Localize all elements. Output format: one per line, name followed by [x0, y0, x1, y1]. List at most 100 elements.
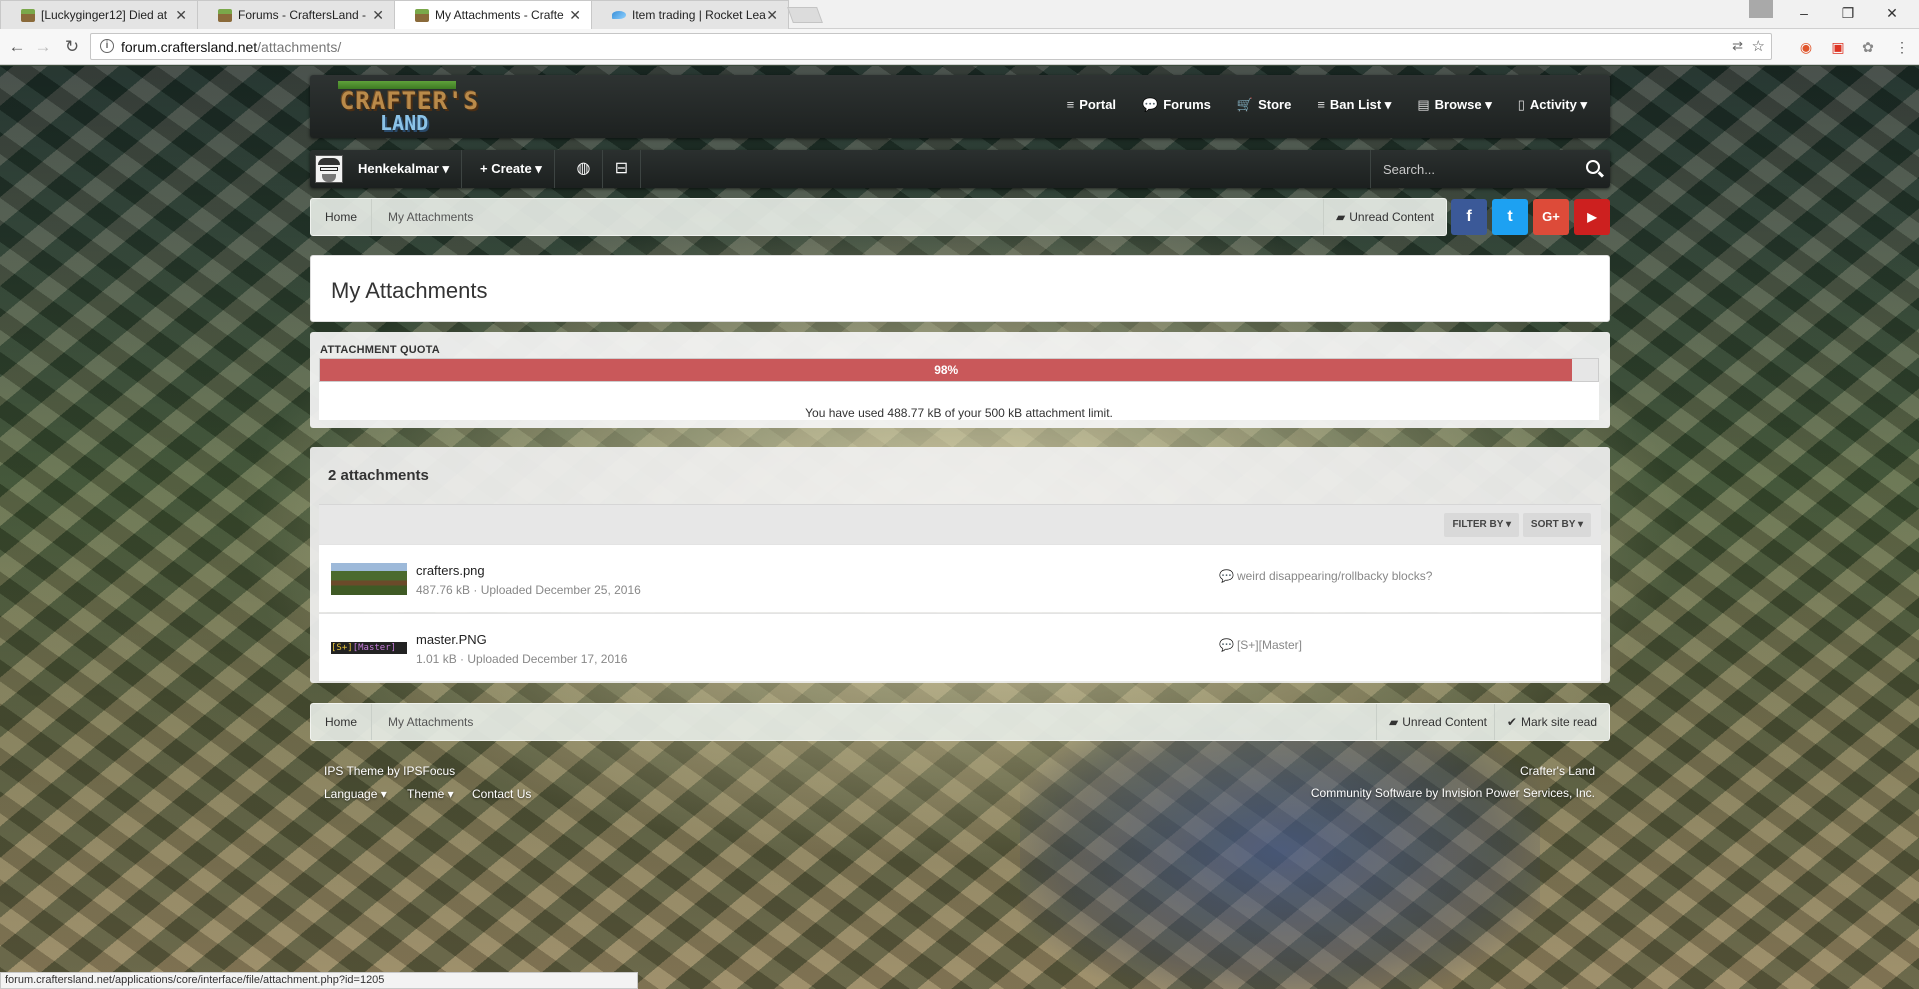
breadcrumb-home[interactable]: Home	[311, 704, 373, 740]
minimize-icon[interactable]: –	[1782, 0, 1826, 26]
unread-content-button[interactable]: ▰ Unread Content	[1376, 704, 1499, 740]
youtube-button[interactable]: ▶	[1574, 199, 1610, 235]
list-toolbar: FILTER BY ▾ SORT BY ▾	[319, 504, 1601, 544]
main-nav: ≡ Portal 💬 Forums 🛒 Store ≡ Ban List ▾ ▤ Brow…	[1054, 97, 1600, 113]
browser-tab-active[interactable]: My Attachments - Crafte ✕	[394, 0, 592, 29]
maximize-icon[interactable]: ❐	[1826, 0, 1870, 26]
thumb-text-prefix: [S+]	[331, 643, 353, 653]
site-header: CRAFTER'S LAND ≡ Portal 💬 Forums 🛒 Store ≡ B…	[310, 75, 1610, 138]
attachments-count-heading: 2 attachments	[328, 467, 429, 484]
attachment-name[interactable]: crafters.png	[416, 563, 485, 578]
close-icon[interactable]: ✕	[766, 7, 778, 24]
attachment-topic-link[interactable]: 💬 weird disappearing/rollbacky blocks?	[1219, 569, 1432, 583]
reload-icon[interactable]: ↻	[60, 35, 84, 59]
browser-tab[interactable]: Forums - CraftersLand - ✕	[197, 0, 395, 29]
new-tab-button[interactable]	[787, 7, 823, 23]
unread-content-button[interactable]: ▰ Unread Content	[1323, 199, 1446, 235]
theme-menu[interactable]: Theme ▾	[407, 787, 454, 801]
breadcrumb-home[interactable]: Home	[311, 199, 373, 235]
user-menu[interactable]: Henkekalmar ▾	[346, 150, 463, 188]
breadcrumb: Home My Attachments ▰ Unread Content	[310, 198, 1447, 236]
browser-toolbar: ← → ↻ i forum.craftersland.net/attachmen…	[0, 29, 1919, 65]
nav-label: Activity ▾	[1529, 97, 1587, 112]
forward-icon[interactable]: →	[31, 35, 55, 59]
globe-icon[interactable]: ◍	[565, 150, 603, 188]
attachment-quota: ATTACHMENT QUOTA 98% You have used 488.7…	[310, 332, 1610, 428]
facebook-button[interactable]: f	[1451, 199, 1487, 235]
attachments-list: 2 attachments FILTER BY ▾ SORT BY ▾ craf…	[310, 447, 1610, 683]
file-icon: ▯	[1517, 97, 1525, 112]
software-credit[interactable]: Community Software by Invision Power Ser…	[1311, 786, 1595, 800]
list-icon: ≡	[1317, 97, 1325, 112]
site-info-icon[interactable]: i	[100, 39, 114, 53]
filter-by-button[interactable]: FILTER BY ▾	[1444, 513, 1519, 537]
theme-credit[interactable]: IPS Theme by IPSFocus	[324, 764, 455, 778]
extension-icon[interactable]: ▣	[1828, 37, 1848, 57]
comments-icon: 💬	[1142, 97, 1159, 112]
close-icon[interactable]: ✕	[175, 7, 187, 24]
list-item[interactable]: [S+][Master] master.PNG 1.01 kB · Upload…	[319, 613, 1601, 681]
attachment-name[interactable]: master.PNG	[416, 632, 487, 647]
folder-icon: ▰	[1336, 210, 1346, 224]
window-close-icon[interactable]: ✕	[1870, 0, 1914, 26]
google-plus-button[interactable]: G+	[1533, 199, 1569, 235]
language-menu[interactable]: Language ▾	[324, 787, 387, 801]
logo-text-bottom: LAND	[380, 111, 429, 135]
avatar-glasses	[320, 167, 338, 171]
nav-label: Store	[1258, 97, 1292, 112]
list-icon: ≡	[1066, 97, 1075, 112]
browser-tab[interactable]: Item trading | Rocket Lea ✕	[591, 0, 789, 29]
nav-forums[interactable]: 💬 Forums	[1129, 97, 1224, 113]
list-item[interactable]: crafters.png 487.76 kB · Uploaded Decemb…	[319, 544, 1601, 612]
menu-icon[interactable]: ⋮	[1892, 37, 1912, 57]
nav-ban-list[interactable]: ≡ Ban List ▾	[1304, 97, 1404, 113]
contact-us-link[interactable]: Contact Us	[472, 787, 531, 801]
url-host: forum.craftersland.net	[121, 39, 258, 55]
nav-portal[interactable]: ≡ Portal	[1054, 97, 1129, 113]
rocket-league-favicon-icon	[612, 11, 626, 19]
back-icon[interactable]: ←	[5, 35, 29, 59]
page-title: My Attachments	[331, 278, 488, 303]
mark-site-read-button[interactable]: ✔ Mark site read	[1493, 704, 1609, 740]
sort-by-button[interactable]: SORT BY ▾	[1522, 513, 1591, 537]
extension-icon[interactable]: ◉	[1796, 37, 1816, 57]
avatar-beard	[322, 174, 336, 182]
search-input[interactable]	[1371, 150, 1571, 188]
nav-store[interactable]: 🛒 Store	[1224, 97, 1304, 113]
bookmark-star-icon[interactable]: ☆	[1752, 37, 1765, 55]
nav-label: Ban List ▾	[1329, 97, 1392, 112]
extension-icon[interactable]: ✿	[1858, 37, 1878, 57]
attachment-thumbnail[interactable]: [S+][Master]	[331, 642, 407, 654]
cart-icon: 🛒	[1236, 97, 1254, 112]
twitter-button[interactable]: t	[1492, 199, 1528, 235]
page-title-box: My Attachments	[310, 255, 1610, 322]
quota-progress-fill: 98%	[320, 359, 1573, 381]
close-icon[interactable]: ✕	[372, 7, 384, 24]
breadcrumb-bottom: Home My Attachments ▰ Unread Content ✔ Mar…	[310, 703, 1610, 741]
site-name[interactable]: Crafter's Land	[1520, 764, 1595, 778]
site-logo[interactable]: CRAFTER'S LAND	[334, 81, 478, 135]
avatar[interactable]	[315, 155, 343, 183]
close-icon[interactable]: ✕	[569, 7, 581, 24]
translate-icon[interactable]: ⇄	[1732, 38, 1743, 54]
unread-content-label: Unread Content	[1402, 715, 1487, 729]
background-lake	[1020, 706, 1540, 989]
nav-browse[interactable]: ▤ Browse ▾	[1404, 97, 1504, 113]
check-icon: ✔	[1506, 715, 1517, 729]
attachment-thumbnail[interactable]	[331, 563, 407, 595]
nav-activity[interactable]: ▯ Activity ▾	[1505, 97, 1600, 113]
comment-icon: 💬	[1219, 638, 1234, 652]
nav-label: Portal	[1079, 97, 1117, 112]
quota-label: ATTACHMENT QUOTA	[320, 344, 440, 356]
quota-detail: You have used 488.77 kB of your 500 kB a…	[319, 382, 1599, 420]
browser-tab[interactable]: [Luckyginger12] Died at ✕	[0, 0, 198, 29]
tab-label: Item trading | Rocket Lea	[632, 8, 766, 22]
attachment-topic-link[interactable]: 💬 [S+][Master]	[1219, 638, 1302, 652]
inbox-icon[interactable]: ⊟	[603, 150, 641, 188]
address-bar[interactable]: i forum.craftersland.net/attachments/ ⇄ …	[90, 33, 1772, 60]
search-icon[interactable]	[1586, 160, 1600, 174]
tab-label: Forums - CraftersLand -	[238, 8, 367, 22]
profile-icon[interactable]	[1749, 0, 1773, 18]
create-menu[interactable]: + Create ▾	[468, 150, 555, 188]
browser-tabstrip: [Luckyginger12] Died at ✕ Forums - Craft…	[0, 0, 1919, 29]
